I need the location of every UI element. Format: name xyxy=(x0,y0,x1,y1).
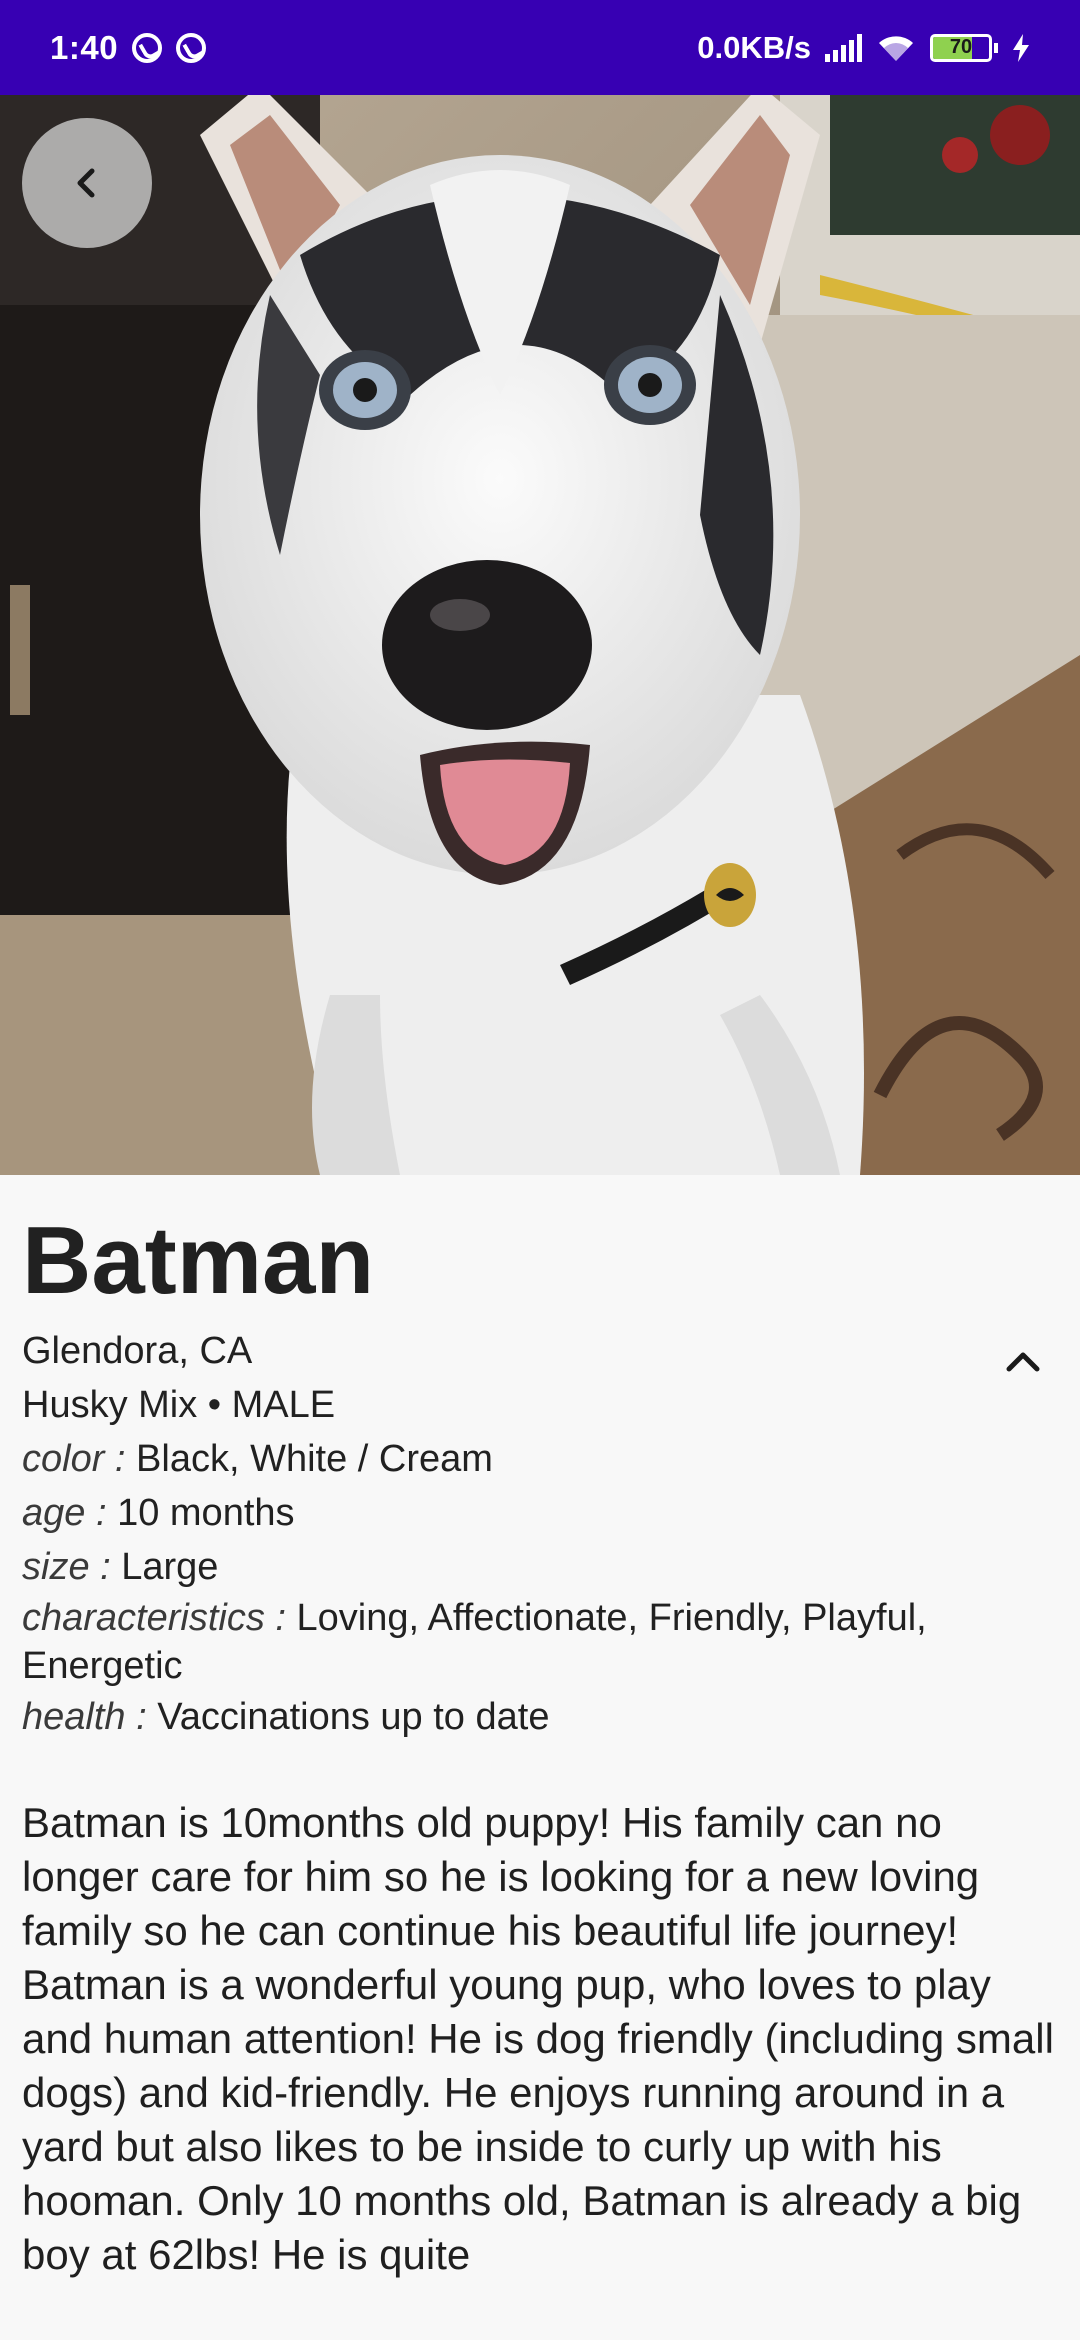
pet-name: Batman xyxy=(22,1207,375,1314)
collapse-details-button[interactable] xyxy=(998,1341,1048,1381)
status-left: 1:40 xyxy=(50,28,207,67)
battery-indicator: 70 xyxy=(930,33,998,62)
battery-icon: 70 xyxy=(930,33,992,62)
detail-color: color : Black, White / Cream xyxy=(22,1432,1058,1486)
detail-value: Black, White / Cream xyxy=(136,1438,493,1480)
detail-label: size : xyxy=(22,1546,122,1588)
pet-info: Glendora, CA Husky Mix • MALE color : Bl… xyxy=(22,1324,1058,1744)
status-time: 1:40 xyxy=(50,28,119,66)
detail-label: color : xyxy=(22,1438,137,1480)
description-paragraph: Batman is a wonderful young pup, who lov… xyxy=(22,1961,1054,2278)
wifi-icon xyxy=(879,35,913,61)
description-paragraph: Batman is 10months old puppy! His family… xyxy=(22,1799,980,1954)
sync-icon xyxy=(176,32,207,63)
detail-size: size : Large xyxy=(22,1540,1058,1594)
detail-label: characteristics : xyxy=(22,1597,297,1639)
detail-value: Vaccinations up to date xyxy=(157,1696,550,1738)
sync-icon xyxy=(132,32,163,63)
pet-breed-gender: Husky Mix • MALE xyxy=(22,1384,336,1426)
status-bar: 1:40 0.0KB/s 70 xyxy=(0,0,1080,95)
charging-icon xyxy=(1013,33,1029,62)
detail-value: 10 months xyxy=(117,1492,295,1534)
pet-photo-image xyxy=(0,95,1080,1175)
chevron-up-icon xyxy=(1006,1352,1040,1372)
pet-location: Glendora, CA xyxy=(22,1330,253,1372)
detail-characteristics: characteristics : Loving, Affectionate, … xyxy=(22,1594,1058,1690)
detail-label: age : xyxy=(22,1492,118,1534)
status-right: 0.0KB/s 70 xyxy=(697,30,1030,66)
back-button[interactable] xyxy=(22,118,152,248)
pet-details: Batman Glendora, CA Husky Mix • MALE col… xyxy=(22,1175,1058,2282)
network-speed: 0.0KB/s xyxy=(697,29,811,65)
battery-level: 70 xyxy=(949,36,973,59)
chevron-left-icon xyxy=(77,168,95,198)
detail-age: age : 10 months xyxy=(22,1486,1058,1540)
battery-tip xyxy=(994,42,998,53)
pet-description: Batman is 10months old puppy! His family… xyxy=(22,1796,1058,2282)
detail-health: health : Vaccinations up to date xyxy=(22,1690,1058,1744)
pet-photo xyxy=(0,95,1080,1175)
signal-icon xyxy=(825,33,862,62)
detail-value: Large xyxy=(121,1546,219,1588)
detail-label: health : xyxy=(22,1696,158,1738)
